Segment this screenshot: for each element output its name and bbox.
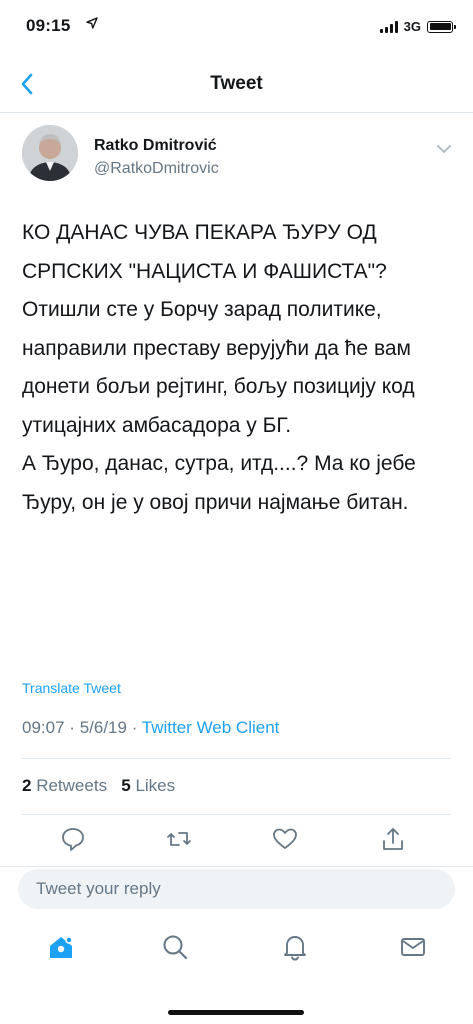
- author-name[interactable]: Ratko Dmitrović: [94, 137, 217, 155]
- tweet-stats: 2 Retweets 5 Likes: [22, 776, 175, 796]
- tweet-actions: [0, 826, 473, 862]
- like-icon[interactable]: [272, 826, 298, 852]
- chevron-down-icon[interactable]: [437, 144, 451, 154]
- tweet-date: 5/6/19: [79, 718, 127, 737]
- tweet-meta: 09:07 · 5/6/19 · Twitter Web Client: [22, 718, 279, 738]
- divider: [22, 814, 451, 815]
- share-icon[interactable]: [380, 826, 406, 852]
- likes-count: 5: [121, 776, 131, 795]
- signal-icon: [379, 20, 398, 33]
- status-bar: 09:15 3G: [0, 0, 473, 56]
- home-icon[interactable]: [46, 932, 76, 962]
- avatar-image: [22, 125, 78, 181]
- reply-icon[interactable]: [60, 826, 86, 852]
- tab-bar: [0, 918, 473, 982]
- author-handle[interactable]: @RatkoDmitrovic: [94, 160, 219, 178]
- tweet-time: 09:07: [22, 718, 65, 737]
- translate-tweet-link[interactable]: Translate Tweet: [22, 680, 121, 696]
- meta-separator: ·: [131, 718, 138, 737]
- tweet-text: КО ДАНАС ЧУВА ПЕКАРА ЂУРУ ОД СРПСКИХ "НА…: [22, 221, 416, 514]
- divider: [0, 866, 473, 867]
- search-icon[interactable]: [160, 932, 190, 962]
- location-arrow-icon: [86, 17, 98, 29]
- retweets-count: 2: [22, 776, 32, 795]
- tweet-client[interactable]: Twitter Web Client: [142, 718, 280, 737]
- reply-input[interactable]: Tweet your reply: [18, 869, 455, 909]
- likes-label: Likes: [135, 776, 176, 795]
- retweets-stat[interactable]: 2 Retweets: [22, 776, 107, 795]
- nav-bar: Tweet: [0, 56, 473, 113]
- messages-icon[interactable]: [398, 932, 428, 962]
- status-right: 3G: [379, 19, 456, 34]
- network-type: 3G: [403, 19, 421, 34]
- divider: [22, 758, 451, 759]
- meta-separator: ·: [69, 718, 75, 737]
- battery-icon: [427, 20, 456, 33]
- avatar[interactable]: [22, 125, 78, 181]
- notifications-icon[interactable]: [280, 932, 310, 962]
- retweets-label: Retweets: [36, 776, 108, 795]
- likes-stat[interactable]: 5 Likes: [121, 776, 175, 795]
- page-title: Tweet: [210, 73, 263, 94]
- retweet-icon[interactable]: [166, 826, 192, 852]
- home-indicator: [168, 1010, 304, 1015]
- status-time: 09:15: [26, 16, 71, 35]
